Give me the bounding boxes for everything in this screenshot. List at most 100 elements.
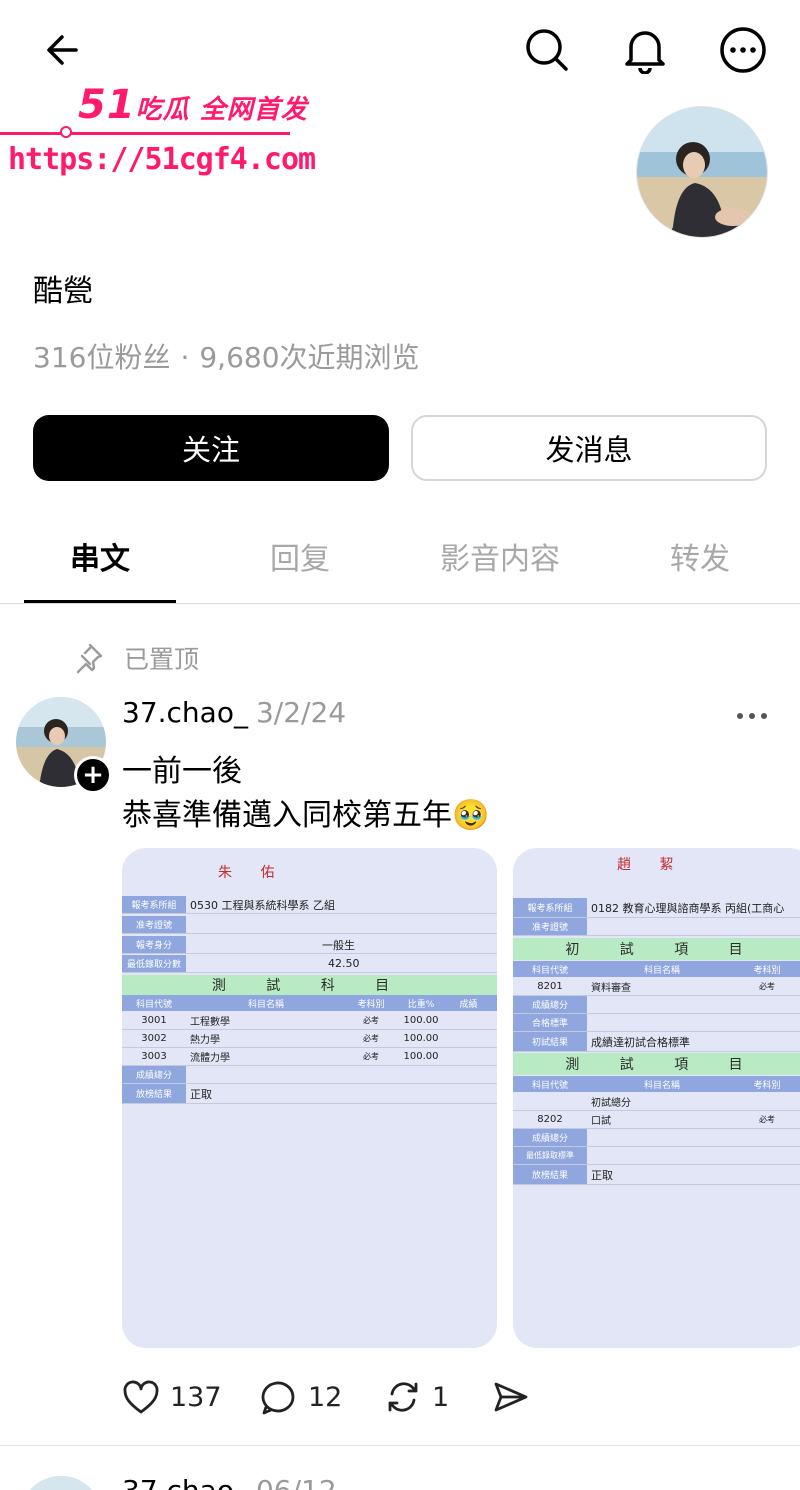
next-post-username[interactable]: 37.chao_ — [122, 1474, 248, 1490]
doc2-prelim-value: 成績達初試合格標準 — [591, 1035, 690, 1049]
watermark-brand: 51吃瓜 全网首发 — [78, 82, 308, 128]
search-button[interactable] — [519, 22, 575, 78]
post-text-line-1: 一前一後 — [122, 754, 242, 789]
doc1-hdr-name: 科目名稱 — [247, 999, 284, 1010]
doc2-total-label: 成績總分 — [513, 996, 587, 1013]
repost-count: 1 — [432, 1381, 450, 1413]
doc2-sub1-name: 資料審查 — [591, 983, 631, 994]
watermark-url: https://51cgf4.com — [8, 142, 316, 177]
profile-avatar[interactable] — [636, 106, 768, 238]
doc1-row-identity: 報考身分 一般生 — [122, 936, 497, 954]
doc2-student-name: 趙 絜 — [617, 857, 686, 873]
back-button[interactable] — [34, 22, 90, 78]
doc2-hdr2-code: 科目代號 — [531, 1080, 568, 1091]
doc2-sub1-type: 必考 — [759, 982, 775, 991]
more-options-button[interactable] — [715, 22, 771, 78]
doc2-section2-title: 測 試 項 目 — [513, 1053, 800, 1075]
ellipsis-icon — [737, 713, 767, 719]
doc1-dept-value: 0530 工程與系統科學系 乙組 — [190, 898, 335, 912]
search-icon — [526, 29, 568, 71]
table-row: 3002 熱力學 必考 100.00 — [122, 1030, 497, 1048]
doc1-hdr-weight: 比重% — [407, 999, 435, 1010]
doc1-sub-code: 3002 — [141, 1033, 167, 1044]
doc2-sub2-name: 口試 — [591, 1116, 611, 1127]
doc2-row-total: 成績總分 — [513, 996, 800, 1014]
doc1-identity-value: 一般生 — [322, 938, 355, 952]
profile-tabs: 串文 回复 影音内容 转发 — [0, 520, 800, 604]
active-tab-indicator — [24, 600, 176, 603]
doc1-sub-type: 必考 — [363, 1052, 379, 1061]
doc2-sub2-type: 必考 — [759, 1115, 775, 1124]
tab-media[interactable]: 影音内容 — [414, 520, 586, 604]
doc1-sub-weight: 100.00 — [403, 1051, 439, 1062]
post-divider — [0, 1445, 800, 1446]
doc1-row-total: 成績總分 — [122, 1066, 497, 1084]
tab-replies[interactable]: 回复 — [224, 520, 376, 604]
comment-button[interactable]: 12 — [260, 1372, 342, 1422]
doc1-row-dept: 報考系所組 0530 工程與系統科學系 乙組 — [122, 896, 497, 914]
post-date: 3/2/24 — [255, 696, 347, 729]
doc1-minscore-label: 最低錄取分數 — [122, 955, 186, 972]
doc2-section1-title: 初 試 項 目 — [513, 938, 800, 960]
doc1-sub-weight: 100.00 — [403, 1033, 439, 1044]
doc2-hdr2-name: 科目名稱 — [643, 1080, 680, 1091]
post-image-1[interactable]: 朱 佑 報考系所組 0530 工程與系統科學系 乙組 准考證號 報考身分 一般生… — [122, 848, 497, 1348]
pinned-label: 已置顶 — [72, 640, 199, 676]
doc2-min-label: 最低錄取標準 — [513, 1147, 587, 1164]
arrow-left-icon — [47, 35, 78, 65]
bell-icon — [625, 31, 665, 74]
post-header: 37.chao_ 3/2/24 — [122, 696, 346, 729]
doc1-sub-code: 3001 — [141, 1015, 167, 1026]
doc1-total-label: 成績總分 — [122, 1066, 186, 1083]
follow-button[interactable]: 关注 — [33, 415, 389, 481]
notifications-button[interactable] — [617, 22, 673, 78]
post-text: 一前一後 恭喜準備邁入同校第五年🥹 — [122, 750, 489, 838]
doc1-result-value: 正取 — [190, 1087, 212, 1101]
doc1-sub-name: 工程數學 — [190, 1017, 230, 1028]
comment-icon — [261, 1381, 295, 1415]
doc2-row-total2: 成績總分 — [513, 1129, 800, 1147]
like-button[interactable]: 137 — [122, 1372, 222, 1422]
doc2-prelim-total: 初試總分 — [591, 1098, 631, 1109]
post-more-button[interactable] — [734, 704, 774, 728]
table-row: 8202 口試 必考 — [513, 1111, 800, 1129]
tab-reposts[interactable]: 转发 — [624, 520, 776, 604]
doc2-row-min: 最低錄取標準 — [513, 1147, 800, 1165]
followers-count[interactable]: 316位粉丝 — [33, 341, 170, 374]
doc2-dept-label: 報考系所組 — [513, 898, 587, 917]
doc2-header-row: 科目代號 科目名稱 考科別 — [513, 961, 800, 977]
doc2-row-pass: 合格標準 — [513, 1014, 800, 1032]
watermark-overlay: 51吃瓜 全网首发 https://51cgf4.com — [0, 82, 316, 192]
next-post-avatar[interactable] — [20, 1476, 102, 1490]
table-row: 8201 資料審查 必考 — [513, 978, 800, 996]
follow-plus-badge[interactable]: + — [74, 756, 112, 794]
doc2-hdr-code: 科目代號 — [531, 965, 568, 976]
doc2-hdr-name: 科目名稱 — [643, 965, 680, 976]
doc1-minscore-value: 42.50 — [328, 957, 360, 970]
doc2-hdr-type: 考科別 — [753, 965, 781, 976]
doc2-hdr2-type: 考科別 — [753, 1080, 781, 1091]
doc1-sub-name: 流體力學 — [190, 1053, 230, 1064]
doc2-row-result: 放榜結果 正取 — [513, 1165, 800, 1185]
doc2-row-dept: 報考系所組 0182 教育心理與諮商學系 丙組(工商心 — [513, 898, 800, 918]
display-name: 酷甇 — [33, 274, 93, 309]
post-username[interactable]: 37.chao_ — [122, 696, 248, 729]
doc1-dept-label: 報考系所組 — [122, 896, 186, 913]
doc1-header-row: 科目代號 科目名稱 考科別 比重% 成績 — [122, 995, 497, 1011]
more-circle-icon — [720, 27, 766, 73]
repost-button[interactable]: 1 — [384, 1372, 449, 1422]
send-icon — [494, 1382, 528, 1412]
message-button[interactable]: 发消息 — [411, 415, 767, 481]
heart-icon — [123, 1380, 159, 1414]
table-row: 3001 工程數學 必考 100.00 — [122, 1012, 497, 1030]
doc1-examno-label: 准考證號 — [122, 916, 186, 933]
doc1-section-title: 測 試 科 目 — [122, 975, 497, 995]
doc2-sub2-code: 8202 — [537, 1114, 563, 1125]
tab-threads[interactable]: 串文 — [24, 520, 176, 604]
doc1-sub-name: 熱力學 — [190, 1035, 220, 1046]
doc2-dept-value: 0182 教育心理與諮商學系 丙組(工商心 — [591, 901, 785, 915]
post-image-2[interactable]: 趙 絜 報考系所組 0182 教育心理與諮商學系 丙組(工商心 准考證號 初 試… — [513, 848, 800, 1348]
doc2-result-label: 放榜結果 — [513, 1165, 587, 1184]
share-button[interactable] — [492, 1372, 540, 1422]
pin-icon — [76, 643, 103, 674]
